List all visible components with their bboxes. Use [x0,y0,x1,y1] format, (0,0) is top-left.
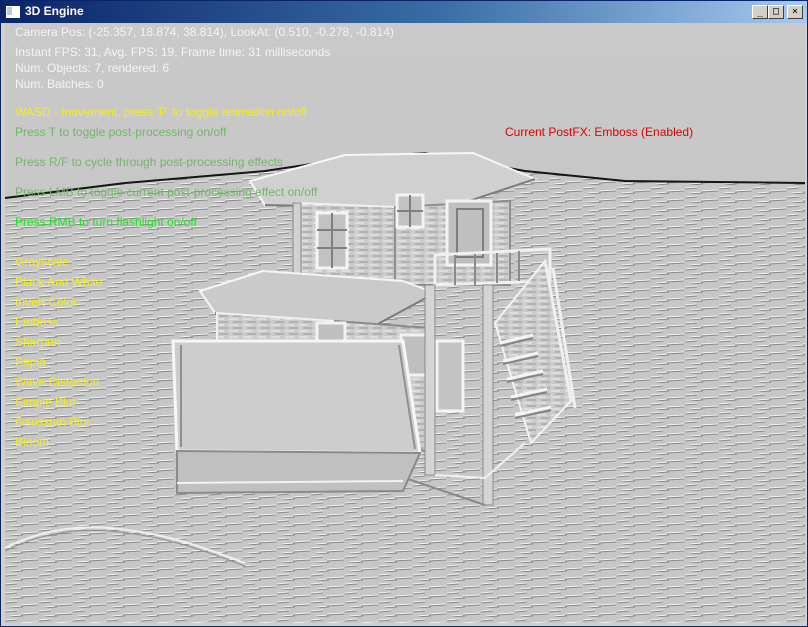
maximize-button[interactable]: □ [768,5,784,19]
hint-flashlight: Press RMB to turn flashlight on/off [15,215,197,229]
minimize-button[interactable]: _ [752,5,768,19]
hint-toggle-postprocessing: Press T to toggle post-processing on/off [15,125,227,139]
hint-wasd: WASD - movement, press 'P' to toggle ani… [15,105,308,119]
effect-item-gaussian-blur: Gaussian Blur [15,415,91,429]
maximize-icon: □ [772,6,780,17]
effect-item-wave-distortion: Wave Distortion [15,375,100,389]
app-window: 3D Engine _ □ × Camera Pos: (-25.357, 18… [0,0,808,627]
window-app-icon [5,5,21,19]
effect-item-simple-blur: Simple Blur [15,395,77,409]
hint-cycle-effects: Press R/F to cycle through post-processi… [15,155,283,169]
current-postfx: Current PostFX: Emboss (Enabled) [505,125,694,139]
render-viewport[interactable]: Camera Pos: (-25.357, 18.874, 38.814), L… [5,23,805,623]
effect-item-black-and-white: Black And White [15,275,103,289]
effect-item-sepia: Sepia [15,355,46,369]
effect-item-bloom: Bloom [15,435,50,449]
minimize-icon: _ [756,6,764,17]
close-icon: × [791,6,799,17]
fps-info: Instant FPS: 31, Avg. FPS: 19, Frame tim… [15,45,331,59]
objects-info: Num. Objects: 7, rendered: 6 [15,61,170,75]
effect-item-emboss: Emboss [15,315,59,329]
wooden-crate [171,339,422,495]
hint-toggle-effect: Press LMB to toggle current post-process… [15,185,318,199]
close-button[interactable]: × [787,5,803,19]
title-bar[interactable]: 3D Engine _ □ × [1,1,807,23]
effect-item-grayscale: Grayscale [15,255,70,269]
batches-info: Num. Batches: 0 [15,77,104,91]
camera-info: Camera Pos: (-25.357, 18.874, 38.814), L… [15,25,394,39]
effect-item-invert-color: Invert Color [15,295,78,309]
window-title: 3D Engine [25,4,84,18]
effect-item-sharpen: Sharpen [15,335,61,349]
